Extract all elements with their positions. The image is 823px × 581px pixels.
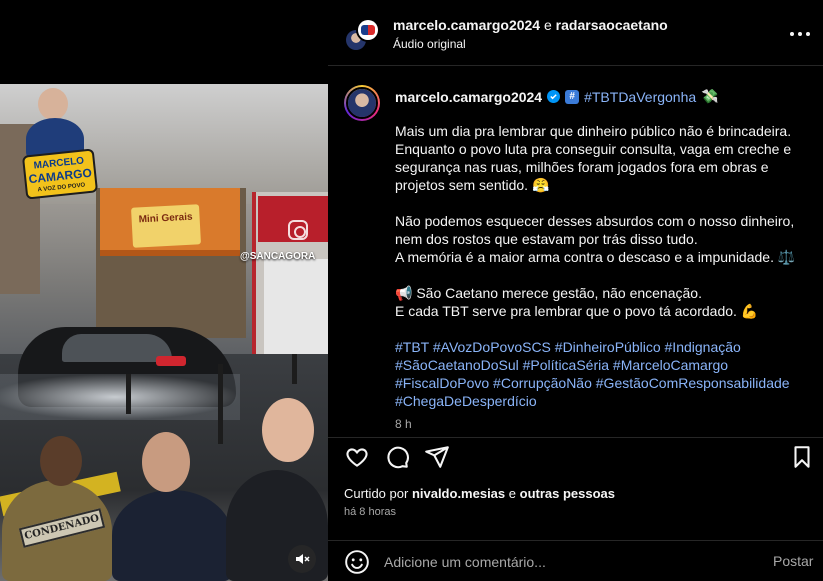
collab-usernames: marcelo.camargo2024 e radarsaocaetano	[393, 17, 668, 33]
comment-input[interactable]	[384, 551, 744, 573]
speaker-muted-icon	[296, 554, 310, 564]
car-taillight	[156, 356, 186, 366]
mute-button[interactable]	[288, 545, 316, 573]
username-link[interactable]: marcelo.camargo2024	[393, 17, 540, 33]
username-link[interactable]: radarsaocaetano	[556, 17, 668, 33]
liked-by-prefix: Curtido por	[344, 486, 409, 501]
post-media[interactable]: Mini Gerais @SANCAGORA MARCELO CAMARGO A…	[0, 0, 328, 581]
bookmark-save-icon[interactable]	[789, 444, 815, 470]
caption-text: Mais um dia pra lembrar que dinheiro púb…	[395, 122, 805, 428]
bollard	[292, 354, 297, 384]
avatar[interactable]	[356, 18, 380, 42]
liked-by-joiner: e	[508, 486, 517, 501]
caption-line: E cada TBT serve pra lembrar que o povo …	[395, 303, 759, 319]
hashtag-emoji-icon: #	[565, 89, 580, 104]
collab-avatars[interactable]	[344, 18, 380, 52]
like-heart-icon[interactable]	[344, 444, 370, 470]
caption-paragraph: Mais um dia pra lembrar que dinheiro púb…	[395, 123, 792, 193]
post-comment-button[interactable]: Postar	[773, 553, 813, 569]
water-splash	[0, 374, 240, 420]
person-right-head	[262, 398, 314, 462]
bollard	[126, 374, 131, 414]
username-link[interactable]: marcelo.camargo2024	[395, 89, 542, 105]
hashtag-link[interactable]: #TBTDaVergonha	[584, 89, 696, 105]
portrait-head	[38, 88, 68, 120]
campaign-badge: MARCELO CAMARGO A VOZ DO POVO	[21, 148, 99, 200]
more-options-button[interactable]	[790, 24, 810, 44]
post-time: 8 h	[395, 417, 412, 431]
caption-line: 📢 São Caetano merece gestão, não encenaç…	[395, 285, 702, 301]
caption-header: marcelo.camargo2024 # #TBTDaVergonha 💸	[395, 88, 719, 105]
person-center-head	[142, 432, 190, 492]
video-watermark: @SANCAGORA	[240, 251, 316, 262]
caption-paragraph: 📢 São Caetano merece gestão, não encenaç…	[395, 284, 805, 320]
post-timestamp[interactable]: há 8 horas	[344, 506, 396, 518]
share-send-icon[interactable]	[424, 444, 450, 470]
audio-link[interactable]: Áudio original	[393, 37, 466, 51]
avatar[interactable]	[344, 85, 380, 121]
instagram-logo-icon	[288, 220, 308, 240]
post-caption-area: marcelo.camargo2024 # #TBTDaVergonha 💸 M…	[328, 67, 823, 437]
post-details-panel: marcelo.camargo2024 e radarsaocaetano Áu…	[328, 0, 823, 581]
person-left-head	[40, 436, 82, 486]
bollard	[218, 364, 223, 444]
caption-paragraph: Não podemos esquecer desses absurdos com…	[395, 212, 805, 266]
post-header: marcelo.camargo2024 e radarsaocaetano Áu…	[328, 0, 823, 66]
conjunction: e	[543, 17, 552, 33]
person-center-body	[112, 490, 232, 581]
dot-icon	[806, 32, 810, 36]
liked-by-others-link[interactable]: outras pessoas	[520, 486, 615, 501]
shop-window	[264, 259, 328, 359]
liked-by-user-link[interactable]: nivaldo.mesias	[412, 486, 505, 501]
comment-icon[interactable]	[384, 444, 410, 470]
hashtags[interactable]: #TBT #AVozDoPovoSCS #DinheiroPúblico #In…	[395, 338, 805, 410]
storefront-sign: Mini Gerais	[130, 204, 202, 248]
emoji-icon[interactable]	[344, 549, 370, 575]
caption-line: A memória é a maior arma contra o descas…	[395, 249, 796, 265]
liked-by: Curtido por nivaldo.mesias e outras pess…	[344, 486, 615, 501]
money-emoji: 💸	[701, 88, 719, 104]
verified-badge-icon	[547, 90, 561, 103]
dot-icon	[790, 32, 794, 36]
comment-bar: Postar	[328, 540, 823, 581]
caption-line: Não podemos esquecer desses absurdos com…	[395, 213, 795, 247]
action-bar	[328, 437, 823, 473]
dot-icon	[798, 32, 802, 36]
